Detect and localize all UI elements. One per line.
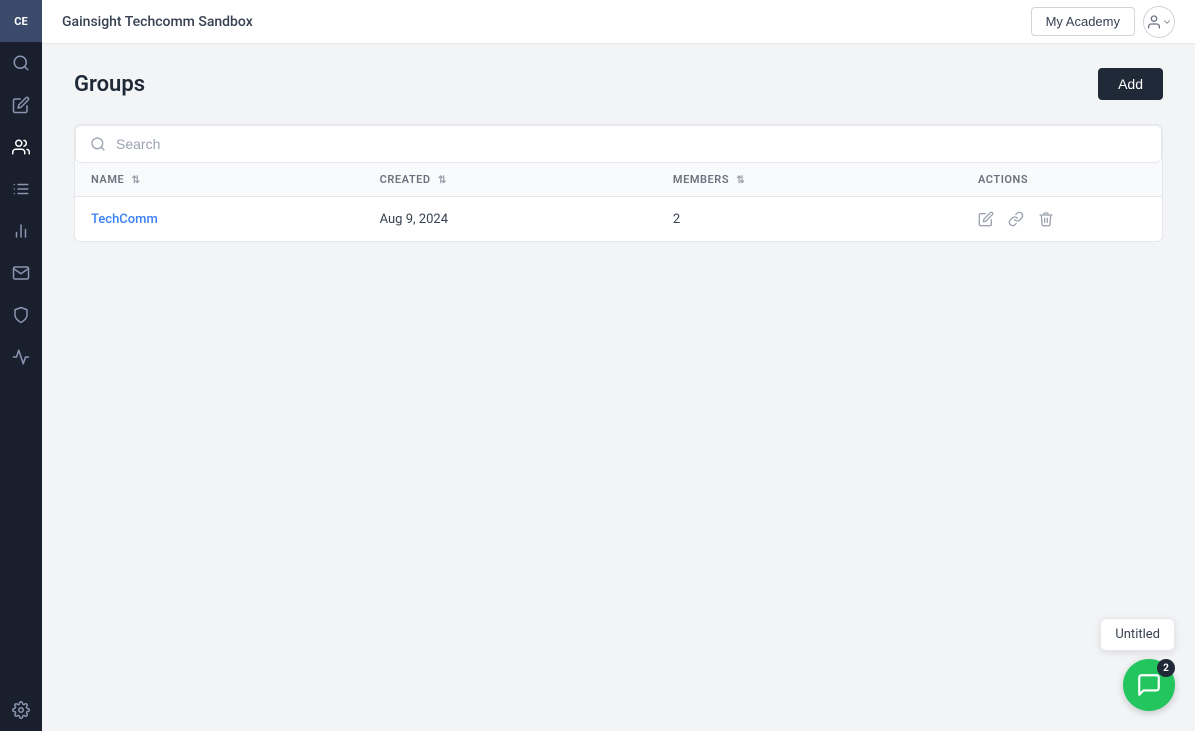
page-content: Groups Add NAME ⇅ (42, 44, 1195, 731)
row-name-cell: TechComm (75, 197, 364, 242)
col-actions: ACTIONS (962, 163, 1162, 197)
groups-table-wrapper: NAME ⇅ CREATED ⇅ MEMBERS ⇅ ACTIONS (74, 124, 1163, 242)
topbar: Gainsight Techcomm Sandbox My Academy (42, 0, 1195, 44)
table-row: TechComm Aug 9, 2024 2 (75, 197, 1162, 242)
row-members-cell: 2 (657, 197, 962, 242)
sort-icon-created: ⇅ (438, 175, 447, 186)
app-logo[interactable]: CE (0, 0, 42, 42)
sidebar-item-users[interactable] (0, 126, 42, 168)
col-created[interactable]: CREATED ⇅ (364, 163, 657, 197)
sidebar-item-analytics[interactable] (0, 210, 42, 252)
row-created-cell: Aug 9, 2024 (364, 197, 657, 242)
sidebar-item-settings[interactable] (0, 689, 42, 731)
table-body: TechComm Aug 9, 2024 2 (75, 197, 1162, 242)
page-title: Groups (74, 72, 145, 97)
sidebar-item-tools[interactable] (0, 168, 42, 210)
search-bar (75, 125, 1162, 163)
chat-button[interactable]: 2 (1123, 659, 1175, 711)
col-members[interactable]: MEMBERS ⇅ (657, 163, 962, 197)
chat-icon (1136, 672, 1162, 698)
edit-action-icon[interactable] (978, 211, 994, 227)
delete-action-icon[interactable] (1038, 211, 1054, 227)
sidebar-item-integrations[interactable] (0, 336, 42, 378)
topbar-right: My Academy (1031, 6, 1175, 38)
sidebar-item-edit[interactable] (0, 84, 42, 126)
chat-tooltip: Untitled (1100, 618, 1175, 651)
link-action-icon[interactable] (1008, 211, 1024, 227)
add-button[interactable]: Add (1098, 68, 1163, 100)
chevron-down-icon (1162, 17, 1172, 27)
instance-name: Gainsight Techcomm Sandbox (62, 14, 253, 30)
search-icon (90, 136, 106, 152)
table-header: NAME ⇅ CREATED ⇅ MEMBERS ⇅ ACTIONS (75, 163, 1162, 197)
chat-badge: 2 (1157, 659, 1175, 677)
sidebar-item-shield[interactable] (0, 294, 42, 336)
sidebar-item-messages[interactable] (0, 252, 42, 294)
sort-icon-name: ⇅ (132, 175, 141, 186)
page-header: Groups Add (74, 68, 1163, 100)
col-name[interactable]: NAME ⇅ (75, 163, 364, 197)
group-name-link[interactable]: TechComm (91, 212, 158, 227)
user-icon (1146, 14, 1162, 30)
sort-icon-members: ⇅ (736, 175, 745, 186)
user-menu-button[interactable] (1143, 6, 1175, 38)
my-academy-button[interactable]: My Academy (1031, 7, 1135, 36)
chat-widget: Untitled 2 (1100, 618, 1175, 711)
groups-table: NAME ⇅ CREATED ⇅ MEMBERS ⇅ ACTIONS (75, 163, 1162, 241)
sidebar-item-search[interactable] (0, 42, 42, 84)
row-actions-cell (962, 197, 1162, 242)
sidebar: CE (0, 0, 42, 731)
actions-group (978, 211, 1146, 227)
main-content: Gainsight Techcomm Sandbox My Academy Gr… (42, 0, 1195, 731)
search-input[interactable] (116, 136, 1147, 152)
